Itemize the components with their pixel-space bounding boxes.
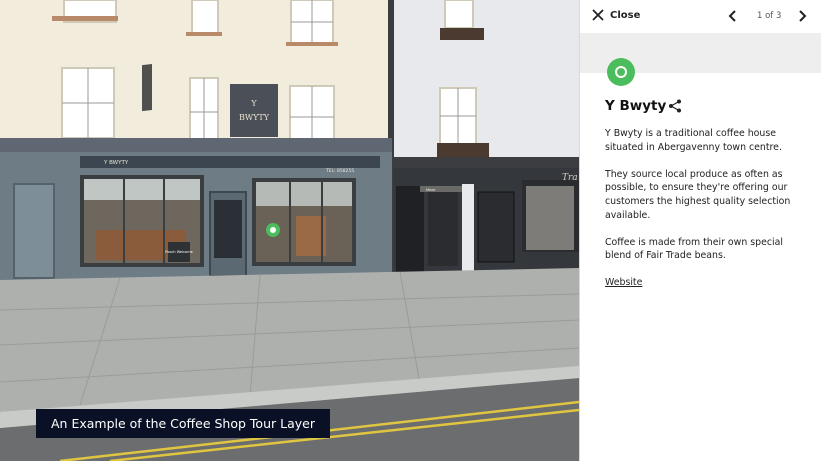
chevron-right-icon[interactable] (795, 9, 809, 23)
close-button[interactable]: Close (592, 9, 640, 21)
right-fascia-text: Tra (562, 173, 578, 183)
sign-text-line2: BWYTY (239, 113, 270, 122)
place-title: Y Bwyty (605, 98, 667, 114)
grey-building-facade (390, 0, 579, 165)
close-label: Close (610, 9, 641, 21)
info-panel: Close 1 of 3 Y Bwyty Y Bwyty is a tradit… (579, 0, 821, 461)
close-icon (592, 9, 604, 21)
side-door (13, 183, 55, 279)
coffee-marker-icon (607, 58, 635, 86)
fascia-name: Y BWYTY (103, 160, 129, 166)
panel-toolbar: Close 1 of 3 (580, 0, 821, 33)
alley-gate (396, 186, 424, 274)
share-icon[interactable] (668, 99, 682, 113)
cafe-sign-board (230, 84, 278, 137)
fascia-tel: TEL: 858255 (325, 168, 354, 174)
description-paragraph-1: Y Bwyty is a traditional coffee house si… (605, 128, 782, 153)
chevron-left-icon[interactable] (726, 9, 740, 23)
description-paragraph-2: They source local produce as often as po… (605, 168, 791, 221)
sign-text-line1: Y (250, 99, 257, 108)
window-poster-text: Pooch Welcome (165, 250, 193, 254)
item-counter: 1 of 3 (757, 11, 782, 21)
website-link[interactable]: Website (605, 277, 642, 288)
alley-label: Mexe (426, 188, 435, 192)
tour-caption: An Example of the Coffee Shop Tour Layer (36, 409, 330, 438)
description-paragraph-3: Coffee is made from their own special bl… (605, 236, 783, 262)
street-view-panorama[interactable]: Y BWYTY Y BWYTY TEL: 858255 Pooch Welcom… (0, 0, 579, 461)
place-description: Y Bwyty is a traditional coffee house si… (605, 127, 805, 277)
